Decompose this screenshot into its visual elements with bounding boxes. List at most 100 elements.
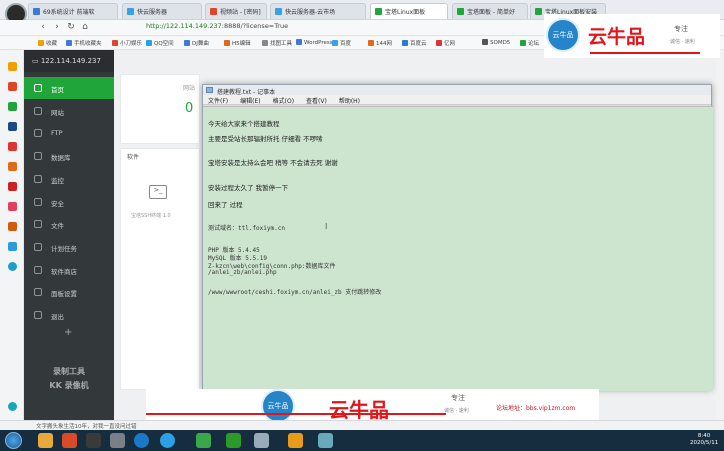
bookmark-item[interactable]: 144网	[368, 39, 392, 47]
bookmark-icon	[224, 40, 230, 46]
sidebar-item[interactable]: 软件商店	[24, 259, 114, 281]
app-icon[interactable]	[8, 162, 17, 171]
sidebar-item[interactable]: FTP	[24, 122, 114, 144]
folder-icon	[34, 220, 42, 229]
star-icon[interactable]	[8, 62, 17, 71]
sidebar-item[interactable]: 监控	[24, 168, 114, 190]
software-item[interactable]: 宝塔SSH终端 1.0	[131, 212, 171, 219]
terminal-icon[interactable]: >_	[149, 185, 167, 199]
bookmark-item[interactable]: QQ空间	[146, 39, 174, 47]
site-card[interactable]: 网站 0	[120, 74, 200, 144]
home-nav-icon[interactable]: ⌂	[80, 22, 90, 32]
refresh-icon[interactable]: ↻	[66, 22, 76, 32]
sidebar-item[interactable]: 退出	[24, 304, 114, 326]
brand-underline	[590, 52, 700, 54]
bookmark-item[interactable]: DJ舞曲	[184, 39, 209, 47]
url-field[interactable]: http://122.114.149.237:8888/?license=Tru…	[146, 22, 288, 30]
bookmark-icon	[368, 40, 374, 46]
game-icon[interactable]	[8, 102, 17, 111]
brand-slogan: 诚信 · 速利	[670, 39, 695, 45]
bookmark-label: DJ舞曲	[192, 41, 209, 47]
app-icon[interactable]	[110, 433, 125, 448]
app-icon[interactable]	[8, 242, 17, 251]
ftp-icon	[34, 129, 42, 138]
sidebar-item[interactable]: 数据库	[24, 145, 114, 167]
bookmark-item[interactable]: 找图工具	[262, 39, 292, 47]
app-icon[interactable]	[8, 222, 17, 231]
back-icon[interactable]: ‹	[38, 22, 48, 32]
brand-name: 云牛品	[588, 26, 646, 48]
app-icon[interactable]	[196, 433, 211, 448]
sidebar-item-label: 面板设置	[51, 290, 77, 299]
browser-tab[interactable]: 宝塔面板 - 简单好	[452, 3, 528, 19]
site-count: 0	[185, 101, 194, 116]
tab-label: 视频站 - [密码]	[220, 9, 261, 16]
app-icon[interactable]	[8, 142, 17, 151]
browser-tab[interactable]: 快云服务器-云市场	[270, 3, 366, 19]
start-button-icon[interactable]	[5, 432, 22, 449]
bookmark-item[interactable]: 亿网	[436, 39, 455, 47]
bookmark-item[interactable]: 百度云	[402, 39, 427, 47]
recorder-watermark: 录制工具 KK 录像机	[49, 367, 89, 390]
app-icon[interactable]	[8, 182, 17, 191]
gear-icon	[34, 288, 42, 297]
app-icon[interactable]	[8, 122, 17, 131]
tab-label: 69系统设计 前端软	[43, 9, 95, 16]
notepad-line: /anlei_zb/anlei.php	[208, 269, 277, 276]
brand-name: 云牛品	[329, 398, 389, 422]
sidebar-item[interactable]: 计划任务	[24, 236, 114, 258]
bookmark-item[interactable]: 小刀娱乐	[112, 39, 142, 47]
bookmark-item[interactable]: 手机收藏夹	[66, 39, 102, 47]
add-button[interactable]: +	[64, 327, 72, 338]
bookmark-item[interactable]: 论坛	[520, 39, 539, 47]
sidebar-item[interactable]: 安全	[24, 191, 114, 213]
browser-tab[interactable]: 宝塔Linux面板	[370, 3, 448, 19]
sidebar-item[interactable]: 文件	[24, 213, 114, 235]
notepad-text-area[interactable]: I 今天给大家来个搭建教程 主要是受站长那辐射所托 仔细看 不啰嗦 宝塔安装是太持么…	[203, 106, 713, 391]
app-icon[interactable]	[8, 262, 17, 271]
app-icon[interactable]	[8, 202, 17, 211]
browser-side-rail	[0, 50, 24, 420]
app-icon[interactable]	[318, 433, 333, 448]
sidebar-item[interactable]: 网站	[24, 100, 114, 122]
bookmark-icon	[112, 40, 118, 46]
bookmark-icon	[482, 39, 488, 45]
wechat-icon[interactable]	[226, 433, 241, 448]
bookmark-item[interactable]: SOMD5	[482, 39, 510, 46]
brand-underline	[146, 413, 446, 415]
sidebar-item-label: 退出	[51, 313, 64, 321]
app-icon[interactable]	[62, 433, 77, 448]
tab-label: 快云服务器	[137, 9, 168, 16]
notepad-icon	[206, 87, 213, 93]
app-icon[interactable]	[86, 433, 101, 448]
sidebar-item[interactable]: 面板设置	[24, 281, 114, 303]
app-icon[interactable]	[288, 433, 303, 448]
browser-tab[interactable]: 快云服务器	[122, 3, 202, 19]
browser-tab[interactable]: 视频站 - [密码]	[205, 3, 267, 19]
notepad-menu-item[interactable]: 编辑(E)	[240, 98, 260, 105]
app-icon[interactable]	[254, 433, 269, 448]
notepad-menu-item[interactable]: 格式(O)	[273, 98, 294, 105]
notepad-titlebar[interactable]: 搭建教程.txt - 记事本	[203, 85, 711, 96]
bookmark-item[interactable]: 百度	[332, 39, 351, 47]
notepad-menu-item[interactable]: 帮助(H)	[339, 98, 360, 105]
bookmark-icon	[262, 40, 268, 46]
help-icon[interactable]	[8, 402, 17, 411]
forward-icon[interactable]: ›	[52, 22, 62, 32]
explorer-icon[interactable]	[38, 433, 53, 448]
clock[interactable]: 8:40 2020/5/11	[690, 433, 718, 447]
notepad-menu-item[interactable]: 查看(V)	[306, 98, 327, 105]
app-icon[interactable]	[134, 433, 149, 448]
server-icon: ▭	[32, 57, 41, 65]
bookmark-label: 亿网	[444, 41, 456, 47]
bookmark-icon	[520, 40, 526, 46]
bookmark-item[interactable]: WordPress	[296, 39, 333, 46]
browser-tab[interactable]: 69系统设计 前端软	[28, 3, 118, 19]
bookmark-item[interactable]: H5编辑	[224, 39, 251, 47]
weibo-icon[interactable]	[8, 82, 17, 91]
app-icon[interactable]	[160, 433, 175, 448]
notepad-menu-item[interactable]: 文件(F)	[208, 98, 228, 105]
sidebar-item[interactable]: 首页	[24, 77, 114, 99]
bookmark-item[interactable]: 收藏	[38, 39, 57, 47]
page-scrollbar[interactable]	[716, 50, 724, 420]
